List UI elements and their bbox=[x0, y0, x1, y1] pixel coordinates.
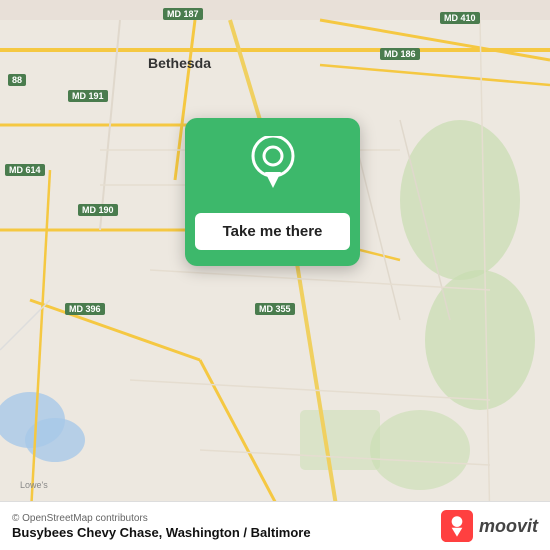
svg-text:Lowe's: Lowe's bbox=[20, 480, 48, 490]
road-label-md396: MD 396 bbox=[65, 303, 105, 315]
moovit-text: moovit bbox=[479, 516, 538, 537]
location-pin-icon bbox=[251, 136, 295, 188]
moovit-icon bbox=[441, 510, 473, 542]
map-svg: Lowe's bbox=[0, 0, 550, 550]
road-label-md190: MD 190 bbox=[78, 204, 118, 216]
road-label-md410: MD 410 bbox=[440, 12, 480, 24]
bottom-bar: © OpenStreetMap contributors Busybees Ch… bbox=[0, 501, 550, 550]
road-label-md191: MD 191 bbox=[68, 90, 108, 102]
pin-wrapper bbox=[251, 136, 295, 193]
road-label-88: 88 bbox=[8, 74, 26, 86]
road-label-md187: MD 187 bbox=[163, 8, 203, 20]
copyright-text: © OpenStreetMap contributors bbox=[12, 513, 311, 524]
road-label-md186: MD 186 bbox=[380, 48, 420, 60]
map-container: Lowe's Bethesda MD 187 MD 410 MD 186 88 … bbox=[0, 0, 550, 550]
popup-card: Take me there bbox=[185, 118, 360, 266]
moovit-logo: moovit bbox=[441, 510, 538, 542]
location-name: Busybees Chevy Chase, Washington / Balti… bbox=[12, 525, 311, 540]
take-me-there-button[interactable]: Take me there bbox=[195, 213, 351, 250]
city-label: Bethesda bbox=[148, 55, 211, 71]
road-label-md614: MD 614 bbox=[5, 164, 45, 176]
road-label-md355: MD 355 bbox=[255, 303, 295, 315]
bottom-bar-left: © OpenStreetMap contributors Busybees Ch… bbox=[12, 513, 311, 540]
